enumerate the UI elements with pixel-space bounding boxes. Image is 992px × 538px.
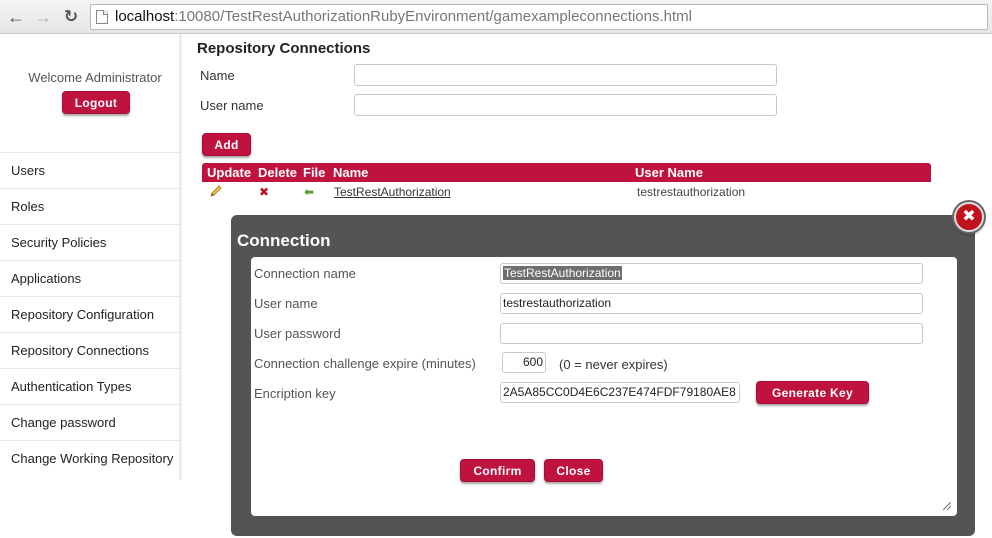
sidebar-item-change-password[interactable]: Change password	[0, 404, 182, 440]
sidebar-item-authentication-types[interactable]: Authentication Types	[0, 368, 182, 404]
col-file: File	[303, 165, 326, 180]
confirm-button[interactable]: Confirm	[460, 459, 535, 482]
username-label: User name	[200, 98, 264, 113]
sidebar-item-change-working-repository[interactable]: Change Working Repository	[0, 440, 182, 476]
expire-input[interactable]: 600	[502, 352, 546, 373]
row-user-name: testrestauthorization	[637, 185, 746, 199]
connection-name-input[interactable]: TestRestAuthorization	[500, 263, 923, 284]
logout-button[interactable]: Logout	[62, 91, 130, 114]
row-name-link[interactable]: TestRestAuthorization	[334, 185, 451, 199]
user-password-label: User password	[254, 326, 341, 341]
back-arrow-icon[interactable]: ←	[6, 7, 26, 27]
col-name: Name	[333, 165, 369, 180]
sidebar-item-applications[interactable]: Applications	[0, 260, 182, 296]
user-name-label: User name	[254, 296, 318, 311]
dialog-title: Connection	[237, 231, 331, 250]
col-user-name: User Name	[635, 165, 703, 180]
connection-name-label: Connection name	[254, 266, 356, 281]
dialog-body: Connection name TestRestAuthorization Us…	[251, 257, 957, 516]
user-name-input[interactable]: testrestauthorization	[500, 293, 923, 314]
welcome-text: Welcome Administrator	[28, 70, 162, 85]
address-bar[interactable]: localhost:10080/TestRestAuthorizationRub…	[90, 4, 988, 30]
name-label: Name	[200, 68, 235, 83]
table-row: ✖ ⬅ TestRestAuthorization testrestauthor…	[202, 182, 931, 202]
table-header: Update Delete File Name User Name	[202, 163, 931, 182]
pencil-icon[interactable]	[209, 184, 223, 198]
file-arrow-icon[interactable]: ⬅	[304, 185, 314, 199]
username-input[interactable]	[354, 94, 777, 116]
url-text[interactable]: localhost:10080/TestRestAuthorizationRub…	[115, 8, 692, 25]
name-input[interactable]	[354, 64, 777, 86]
delete-icon[interactable]: ✖	[259, 185, 269, 199]
user-password-input[interactable]	[500, 323, 923, 344]
sidebar-item-security-policies[interactable]: Security Policies	[0, 224, 182, 260]
sidebar-item-users[interactable]: Users	[0, 152, 182, 188]
add-button[interactable]: Add	[202, 133, 251, 156]
resize-grip-icon[interactable]	[943, 502, 951, 510]
browser-toolbar: ← → ↻ localhost:10080/TestRestAuthorizat…	[0, 0, 992, 34]
col-update: Update	[207, 165, 252, 180]
encryption-key-input[interactable]: 2A5A85CC0D4E6C237E474FDF79180AE8	[500, 382, 740, 403]
close-button[interactable]: Close	[544, 459, 603, 482]
sidebar-item-roles[interactable]: Roles	[0, 188, 182, 224]
page-title: Repository Connections	[197, 40, 371, 57]
col-delete: Delete	[258, 165, 298, 180]
sidebar-item-repository-configuration[interactable]: Repository Configuration	[0, 296, 182, 332]
expire-hint: (0 = never expires)	[559, 357, 668, 372]
reload-icon[interactable]: ↻	[61, 7, 81, 27]
close-icon[interactable]: ✖	[954, 202, 984, 232]
connection-dialog: Connection Connection name TestRestAutho…	[231, 215, 975, 536]
sidebar: Welcome Administrator Logout Users Roles…	[0, 34, 182, 480]
expire-label: Connection challenge expire (minutes)	[254, 356, 476, 371]
forward-arrow-icon[interactable]: →	[33, 7, 53, 27]
page-icon	[96, 10, 108, 24]
sidebar-menu: Users Roles Security Policies Applicatio…	[0, 152, 182, 476]
encryption-key-label: Encription key	[254, 386, 336, 401]
sidebar-item-repository-connections[interactable]: Repository Connections	[0, 332, 182, 368]
generate-key-button[interactable]: Generate Key	[756, 381, 869, 404]
